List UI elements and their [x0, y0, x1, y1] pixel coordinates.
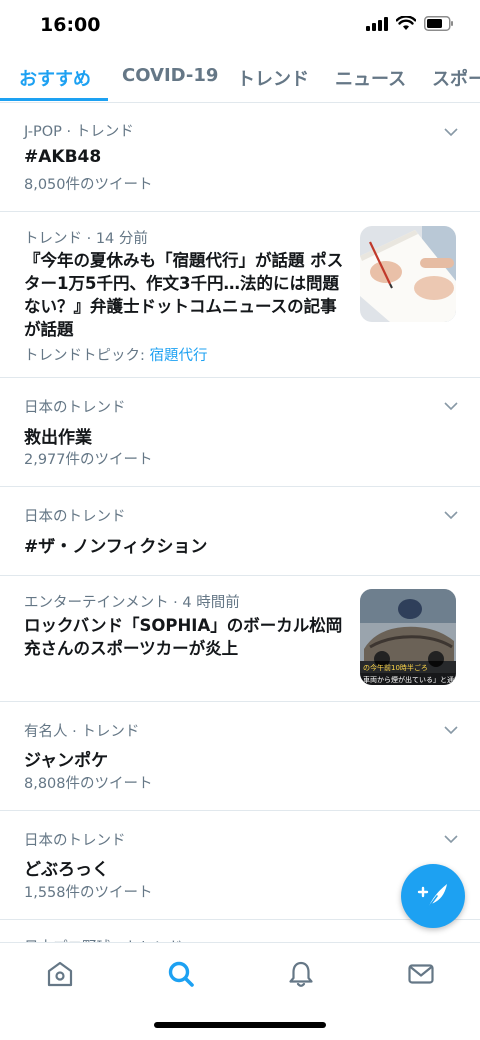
trend-context: トレンド · 14 分前	[24, 231, 148, 247]
trend-title: ロックバンド「SOPHIA」のボーカル松岡充さんのスポーツカーが炎上	[24, 616, 343, 658]
tweet-count: 2,977件のツイート	[24, 452, 153, 468]
cellular-signal-icon	[366, 16, 388, 31]
tweet-count: 8,808件のツイート	[24, 776, 153, 792]
trend-thumbnail-image: の今午前10時半ごろ 車両から煙が出ている」と通報	[360, 589, 456, 685]
trend-item-homework-agency[interactable]: トレンド · 14 分前 『今年の夏休みも「宿題代行」が話題 ポスター1万5千円…	[0, 212, 480, 378]
trend-thumbnail-image	[360, 226, 456, 322]
chevron-down-icon[interactable]	[444, 832, 458, 846]
thumb-caption-line1: の今午前10時半ごろ	[363, 663, 428, 672]
trend-title: 救出作業	[24, 428, 92, 448]
trend-item-rescue[interactable]: 日本のトレンド 救出作業 2,977件のツイート	[0, 378, 480, 487]
trend-context: 日本のトレンド	[24, 833, 126, 849]
trend-context: J-POP · トレンド	[24, 124, 134, 140]
home-icon[interactable]	[45, 959, 75, 989]
search-icon[interactable]	[166, 959, 196, 989]
chevron-down-icon[interactable]	[444, 125, 458, 139]
trend-topic: トレンドトピック: 宿題代行	[24, 344, 208, 365]
tab-trends[interactable]: トレンド	[237, 65, 309, 91]
active-tab-indicator	[0, 98, 108, 101]
trend-item-sophia[interactable]: エンターテインメント · 4 時間前 ロックバンド「SOPHIA」のボーカル松岡…	[0, 576, 480, 702]
tab-covid19[interactable]: COVID-19	[122, 65, 218, 86]
chevron-down-icon[interactable]	[444, 723, 458, 737]
trend-title: どぶろっく	[24, 860, 109, 880]
battery-icon	[424, 16, 453, 31]
status-icons	[366, 16, 454, 31]
tab-recommended[interactable]: おすすめ	[19, 65, 91, 91]
tab-news[interactable]: ニュース	[335, 65, 406, 91]
compose-tweet-button[interactable]	[401, 864, 465, 928]
trend-title: #ザ・ノンフィクション	[24, 537, 208, 557]
trend-list: J-POP · トレンド #AKB48 8,050件のツイート トレンド · 1…	[0, 103, 480, 980]
compose-tweet-icon	[417, 884, 447, 909]
trend-title: 『今年の夏休みも「宿題代行」が話題 ポスター1万5千円、作文3千円…法的には問題…	[24, 251, 344, 339]
trend-topic-link[interactable]: 宿題代行	[150, 348, 208, 364]
explore-tabs: おすすめ COVID-19 トレンド ニュース スポー	[0, 52, 480, 103]
status-bar: 16:00	[0, 0, 480, 50]
trend-context: 日本のトレンド	[24, 509, 126, 525]
trend-item-nonfiction[interactable]: 日本のトレンド #ザ・ノンフィクション	[0, 487, 480, 576]
tweet-count: 8,050件のツイート	[24, 177, 153, 193]
home-indicator	[154, 1022, 326, 1028]
messages-icon[interactable]	[406, 959, 436, 989]
trend-context: エンターテインメント · 4 時間前	[24, 595, 240, 611]
trend-item-akb48[interactable]: J-POP · トレンド #AKB48 8,050件のツイート	[0, 103, 480, 212]
wifi-icon	[396, 16, 416, 30]
trend-topic-label: トレンドトピック:	[24, 348, 150, 364]
chevron-down-icon[interactable]	[444, 508, 458, 522]
chevron-down-icon[interactable]	[444, 399, 458, 413]
trend-context: 有名人 · トレンド	[24, 724, 140, 740]
status-time: 16:00	[40, 14, 101, 36]
trend-context: 日本のトレンド	[24, 400, 126, 416]
tab-sports[interactable]: スポー	[432, 65, 480, 91]
trend-title: #AKB48	[24, 147, 102, 167]
burned-car-photo: の今午前10時半ごろ 車両から煙が出ている」と通報	[360, 589, 456, 685]
trend-item-jumpoke[interactable]: 有名人 · トレンド ジャンポケ 8,808件のツイート	[0, 702, 480, 811]
tweet-count: 1,558件のツイート	[24, 885, 153, 901]
trend-title: ジャンポケ	[24, 751, 109, 771]
writing-hand-illustration	[360, 226, 456, 322]
thumb-caption-line2: 車両から煙が出ている」と通報	[363, 675, 456, 684]
notifications-icon[interactable]	[286, 959, 316, 989]
